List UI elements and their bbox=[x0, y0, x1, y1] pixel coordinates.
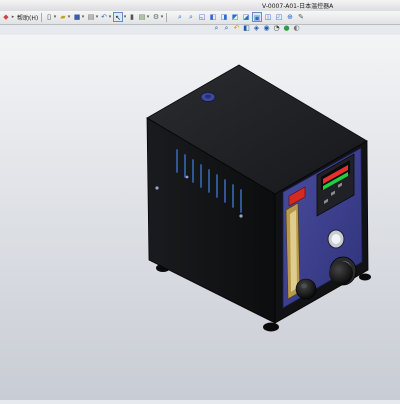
display-style-icon[interactable]: ◉ bbox=[262, 24, 271, 33]
foot bbox=[263, 322, 279, 332]
zoom-to-fit-icon[interactable]: ⌕ bbox=[212, 24, 221, 33]
regulator-knob[interactable] bbox=[329, 261, 353, 285]
separator bbox=[166, 13, 167, 22]
flowmeter-glass bbox=[290, 210, 297, 292]
app-logo-icon: ◆ bbox=[3, 13, 9, 21]
gauge-face bbox=[331, 234, 341, 244]
zoom-area-icon[interactable]: ⌕ bbox=[222, 24, 231, 33]
scene-icon[interactable]: ◫ bbox=[263, 12, 273, 22]
section-view-icon[interactable]: ◧ bbox=[242, 24, 251, 33]
zoom-area-icon[interactable]: ⌕ bbox=[186, 12, 196, 22]
flow-knob[interactable] bbox=[295, 278, 317, 300]
hide-show-icon[interactable]: ◪ bbox=[241, 12, 251, 22]
chevron-down-icon[interactable]: ▾ bbox=[67, 12, 71, 22]
chevron-down-icon[interactable]: ▾ bbox=[160, 12, 164, 22]
separator bbox=[41, 13, 42, 22]
help-menu[interactable]: 帮助(H) bbox=[17, 13, 38, 22]
screw-icon bbox=[155, 186, 159, 190]
rebuild-icon[interactable]: ▮ bbox=[127, 12, 137, 22]
section-view-icon[interactable]: ◧ bbox=[208, 12, 218, 22]
chevron-down-icon[interactable]: ▾ bbox=[108, 12, 112, 22]
select-arrow-icon[interactable]: ↖ bbox=[113, 12, 123, 22]
chevron-down-icon[interactable]: ▾ bbox=[146, 12, 150, 22]
appearance-icon[interactable]: ▣ bbox=[252, 12, 262, 22]
zoom-in-icon[interactable]: ⊕ bbox=[285, 12, 295, 22]
hide-show-icon[interactable]: ◔ bbox=[272, 24, 281, 33]
screw-icon bbox=[239, 214, 243, 218]
screw-icon bbox=[185, 175, 189, 179]
previous-view-icon[interactable]: ↶ bbox=[232, 24, 241, 33]
appearance-icon[interactable]: ● bbox=[282, 24, 291, 33]
graphics-area[interactable] bbox=[0, 35, 400, 400]
previous-view-icon[interactable]: ◱ bbox=[197, 12, 207, 22]
zoom-to-fit-icon[interactable]: ⌕ bbox=[175, 12, 185, 22]
view-orientation-icon[interactable]: ◨ bbox=[219, 12, 229, 22]
standard-toolbar: ◆ ▸ 帮助(H) ▯ ▾ ▰ ▾ ■ ▾ ▤ ▾ ↶ ▾ ↖ ▾ ▮ ▤ ▾ … bbox=[0, 11, 400, 25]
view-orientation-icon[interactable]: ◈ bbox=[252, 24, 261, 33]
pencil-icon[interactable]: ✎ bbox=[296, 12, 306, 22]
display-style-icon[interactable]: ◩ bbox=[230, 12, 240, 22]
heads-up-view-toolbar: ⌕ ⌕ ↶ ◧ ◈ ◉ ◔ ● ◐ bbox=[212, 24, 304, 35]
chevron-down-icon[interactable]: ▾ bbox=[81, 12, 85, 22]
knob-highlight bbox=[301, 283, 307, 289]
grommet-hole bbox=[205, 94, 211, 99]
3d-model-viewport[interactable] bbox=[0, 35, 400, 400]
window-title: V-0007-A01-日本温控器A bbox=[262, 3, 334, 10]
chevron-right-icon[interactable]: ▸ bbox=[11, 12, 15, 22]
chevron-down-icon[interactable]: ▾ bbox=[53, 12, 57, 22]
scene-icon[interactable]: ◐ bbox=[292, 24, 301, 33]
view-settings-icon[interactable]: ◰ bbox=[274, 12, 284, 22]
